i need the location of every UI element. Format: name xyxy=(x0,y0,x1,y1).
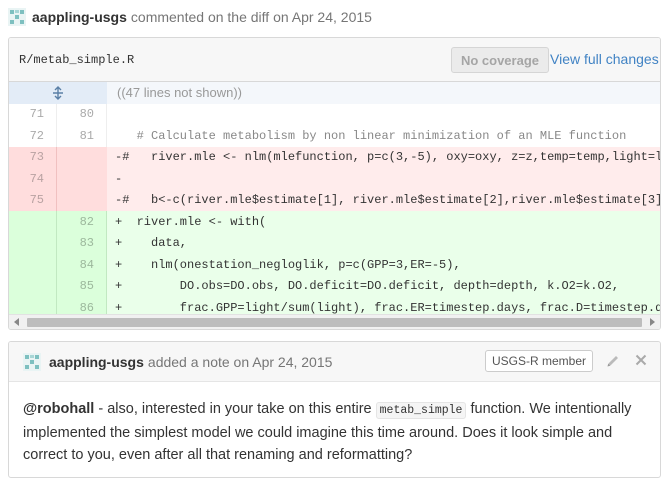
new-line-number[interactable]: 81 xyxy=(57,125,107,147)
scroll-thumb[interactable] xyxy=(27,318,642,327)
diff-line-del: 75 -# b<-c(river.mle$estimate[1], river.m… xyxy=(9,189,660,211)
code-line: + nlm(onestation_negloglik, p=c(GPP=3,ER… xyxy=(107,254,660,276)
diff-line-ctx: 72 81 # Calculate metabolism by non linea… xyxy=(9,125,660,147)
author-avatar[interactable] xyxy=(8,8,26,26)
note-box: aappling-usgs added a note on Apr 24, 20… xyxy=(8,341,661,478)
author-link[interactable]: aappling-usgs xyxy=(32,9,127,25)
close-icon[interactable] xyxy=(633,352,649,368)
file-header: R/metab_simple.R No coverage View full c… xyxy=(9,38,660,82)
note-author-link[interactable]: aappling-usgs xyxy=(49,354,144,370)
new-line-number[interactable] xyxy=(57,189,107,211)
expander-row[interactable]: ((47 lines not shown)) xyxy=(9,82,660,104)
code-line: + river.mle <- with( xyxy=(107,211,660,233)
diff-line-add: 83 + data, xyxy=(9,232,660,254)
new-line-number[interactable]: 85 xyxy=(57,275,107,297)
diff-line-add: 84 + nlm(onestation_negloglik, p=c(GPP=3,… xyxy=(9,254,660,276)
comment-header: aappling-usgs commented on the diff on A… xyxy=(8,7,372,27)
no-coverage-button[interactable]: No coverage xyxy=(451,47,549,73)
note-header: aappling-usgs added a note on Apr 24, 20… xyxy=(9,342,660,382)
old-line-number[interactable] xyxy=(9,211,57,233)
old-line-number[interactable] xyxy=(9,232,57,254)
hidden-lines-text: ((47 lines not shown)) xyxy=(117,85,242,101)
scroll-left-icon[interactable] xyxy=(14,318,19,326)
user-mention[interactable]: @robohall xyxy=(23,401,94,417)
diff-table: ((47 lines not shown)) 71 80 72 81 # Calcul… xyxy=(9,82,660,329)
member-badge: USGS-R member xyxy=(485,350,594,372)
note-author-avatar[interactable] xyxy=(23,352,41,371)
code-line: + DO.obs=DO.obs, DO.deficit=DO.deficit, … xyxy=(107,275,660,297)
new-line-number[interactable]: 82 xyxy=(57,211,107,233)
diff-line-del: 73 -# river.mle <- nlm(mlefunction, p=c(3… xyxy=(9,146,660,168)
code-line: -# river.mle <- nlm(mlefunction, p=c(3,-… xyxy=(107,146,660,168)
horizontal-scrollbar[interactable] xyxy=(9,314,660,329)
new-line-number[interactable]: 84 xyxy=(57,254,107,276)
note-body: @robohall - also, interested in your tak… xyxy=(9,382,660,466)
new-line-number[interactable] xyxy=(57,146,107,168)
file-path: R/metab_simple.R xyxy=(19,53,135,67)
diff-line-add: 85 + DO.obs=DO.obs, DO.deficit=DO.deficit… xyxy=(9,275,660,297)
code-line: # Calculate metabolism by non linear min… xyxy=(115,128,627,143)
code-line: -# b<-c(river.mle$estimate[1], river.mle… xyxy=(107,189,660,211)
diff-line-ctx: 71 80 xyxy=(9,103,660,126)
diff-line-add: 82 + river.mle <- with( xyxy=(9,211,660,233)
unfold-icon[interactable] xyxy=(9,82,107,104)
note-text-1: - also, interested in your take on this … xyxy=(94,401,376,417)
view-full-changes-link[interactable]: View full changes xyxy=(550,51,659,67)
old-line-number[interactable] xyxy=(9,254,57,276)
old-line-number[interactable]: 74 xyxy=(9,168,57,190)
pencil-icon[interactable] xyxy=(605,353,621,369)
old-line-number[interactable]: 72 xyxy=(9,125,57,147)
inline-code: metab_simple xyxy=(375,402,467,419)
diff-line-del: 74 - xyxy=(9,168,660,190)
old-line-number[interactable]: 73 xyxy=(9,146,57,168)
code-line: + data, xyxy=(107,232,660,254)
old-line-number[interactable]: 75 xyxy=(9,189,57,211)
scroll-right-icon[interactable] xyxy=(650,318,655,326)
old-line-number[interactable] xyxy=(9,275,57,297)
new-line-number[interactable]: 80 xyxy=(57,103,107,125)
comment-action: commented on the diff on Apr 24, 2015 xyxy=(130,9,372,25)
new-line-number[interactable]: 83 xyxy=(57,232,107,254)
diff-file-box: R/metab_simple.R No coverage View full c… xyxy=(8,37,661,330)
note-action: added a note on Apr 24, 2015 xyxy=(147,353,333,370)
old-line-number[interactable]: 71 xyxy=(9,103,57,125)
new-line-number[interactable] xyxy=(57,168,107,190)
code-line: - xyxy=(107,168,660,190)
